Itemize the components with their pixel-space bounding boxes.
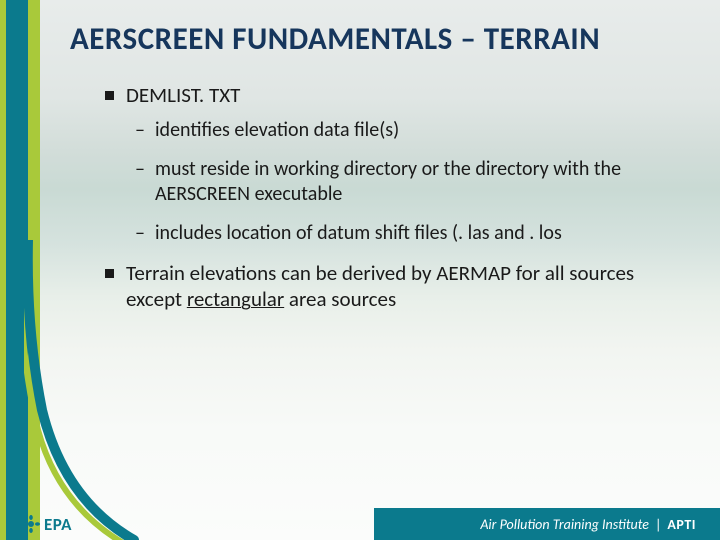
bullet-terrain-elevations: Terrain elevations can be derived by AER… [105,260,680,312]
sub-bullet-working-dir: – must reside in working directory or th… [135,157,680,207]
slide: AERSCREEN FUNDAMENTALS – TERRAIN DEMLIST… [0,0,720,540]
bullet-text: DEMLIST. TXT [126,82,240,108]
bullet-demlist: DEMLIST. TXT [105,82,680,108]
dash-bullet-icon: – [135,157,145,182]
bullet-text: identifies elevation data file(s) [155,118,399,143]
bullet-text: must reside in working directory or the … [155,157,680,207]
epa-logo: EPA [22,514,72,535]
epa-flower-icon [22,515,40,533]
sidebar-accent [0,0,40,540]
text-suffix: area sources [284,286,396,312]
dash-bullet-icon: – [135,221,145,246]
footer-bar: EPA Air Pollution Training Institute | A… [0,508,720,540]
square-bullet-icon [105,91,114,100]
dash-bullet-icon: – [135,118,145,143]
slide-title: AERSCREEN FUNDAMENTALS – TERRAIN [70,20,690,58]
epa-text: EPA [44,514,72,535]
footer-right: Air Pollution Training Institute | APTI [374,508,720,540]
footer-left: EPA [0,508,374,540]
text-underlined: rectangular [187,286,284,312]
bullet-text: Terrain elevations can be derived by AER… [126,260,680,312]
slide-content: DEMLIST. TXT – identifies elevation data… [105,82,680,322]
accent-stripe-lime [28,0,40,540]
footer-pipe: | [655,516,661,533]
sub-bullet-identifies: – identifies elevation data file(s) [135,118,680,143]
accent-stripe-teal [6,0,28,540]
sub-bullet-datum-shift: – includes location of datum shift files… [135,221,680,246]
footer-apti: APTI [667,516,696,533]
bullet-text: includes location of datum shift files (… [155,221,562,246]
square-bullet-icon [105,269,114,278]
footer-institute: Air Pollution Training Institute [480,516,649,533]
